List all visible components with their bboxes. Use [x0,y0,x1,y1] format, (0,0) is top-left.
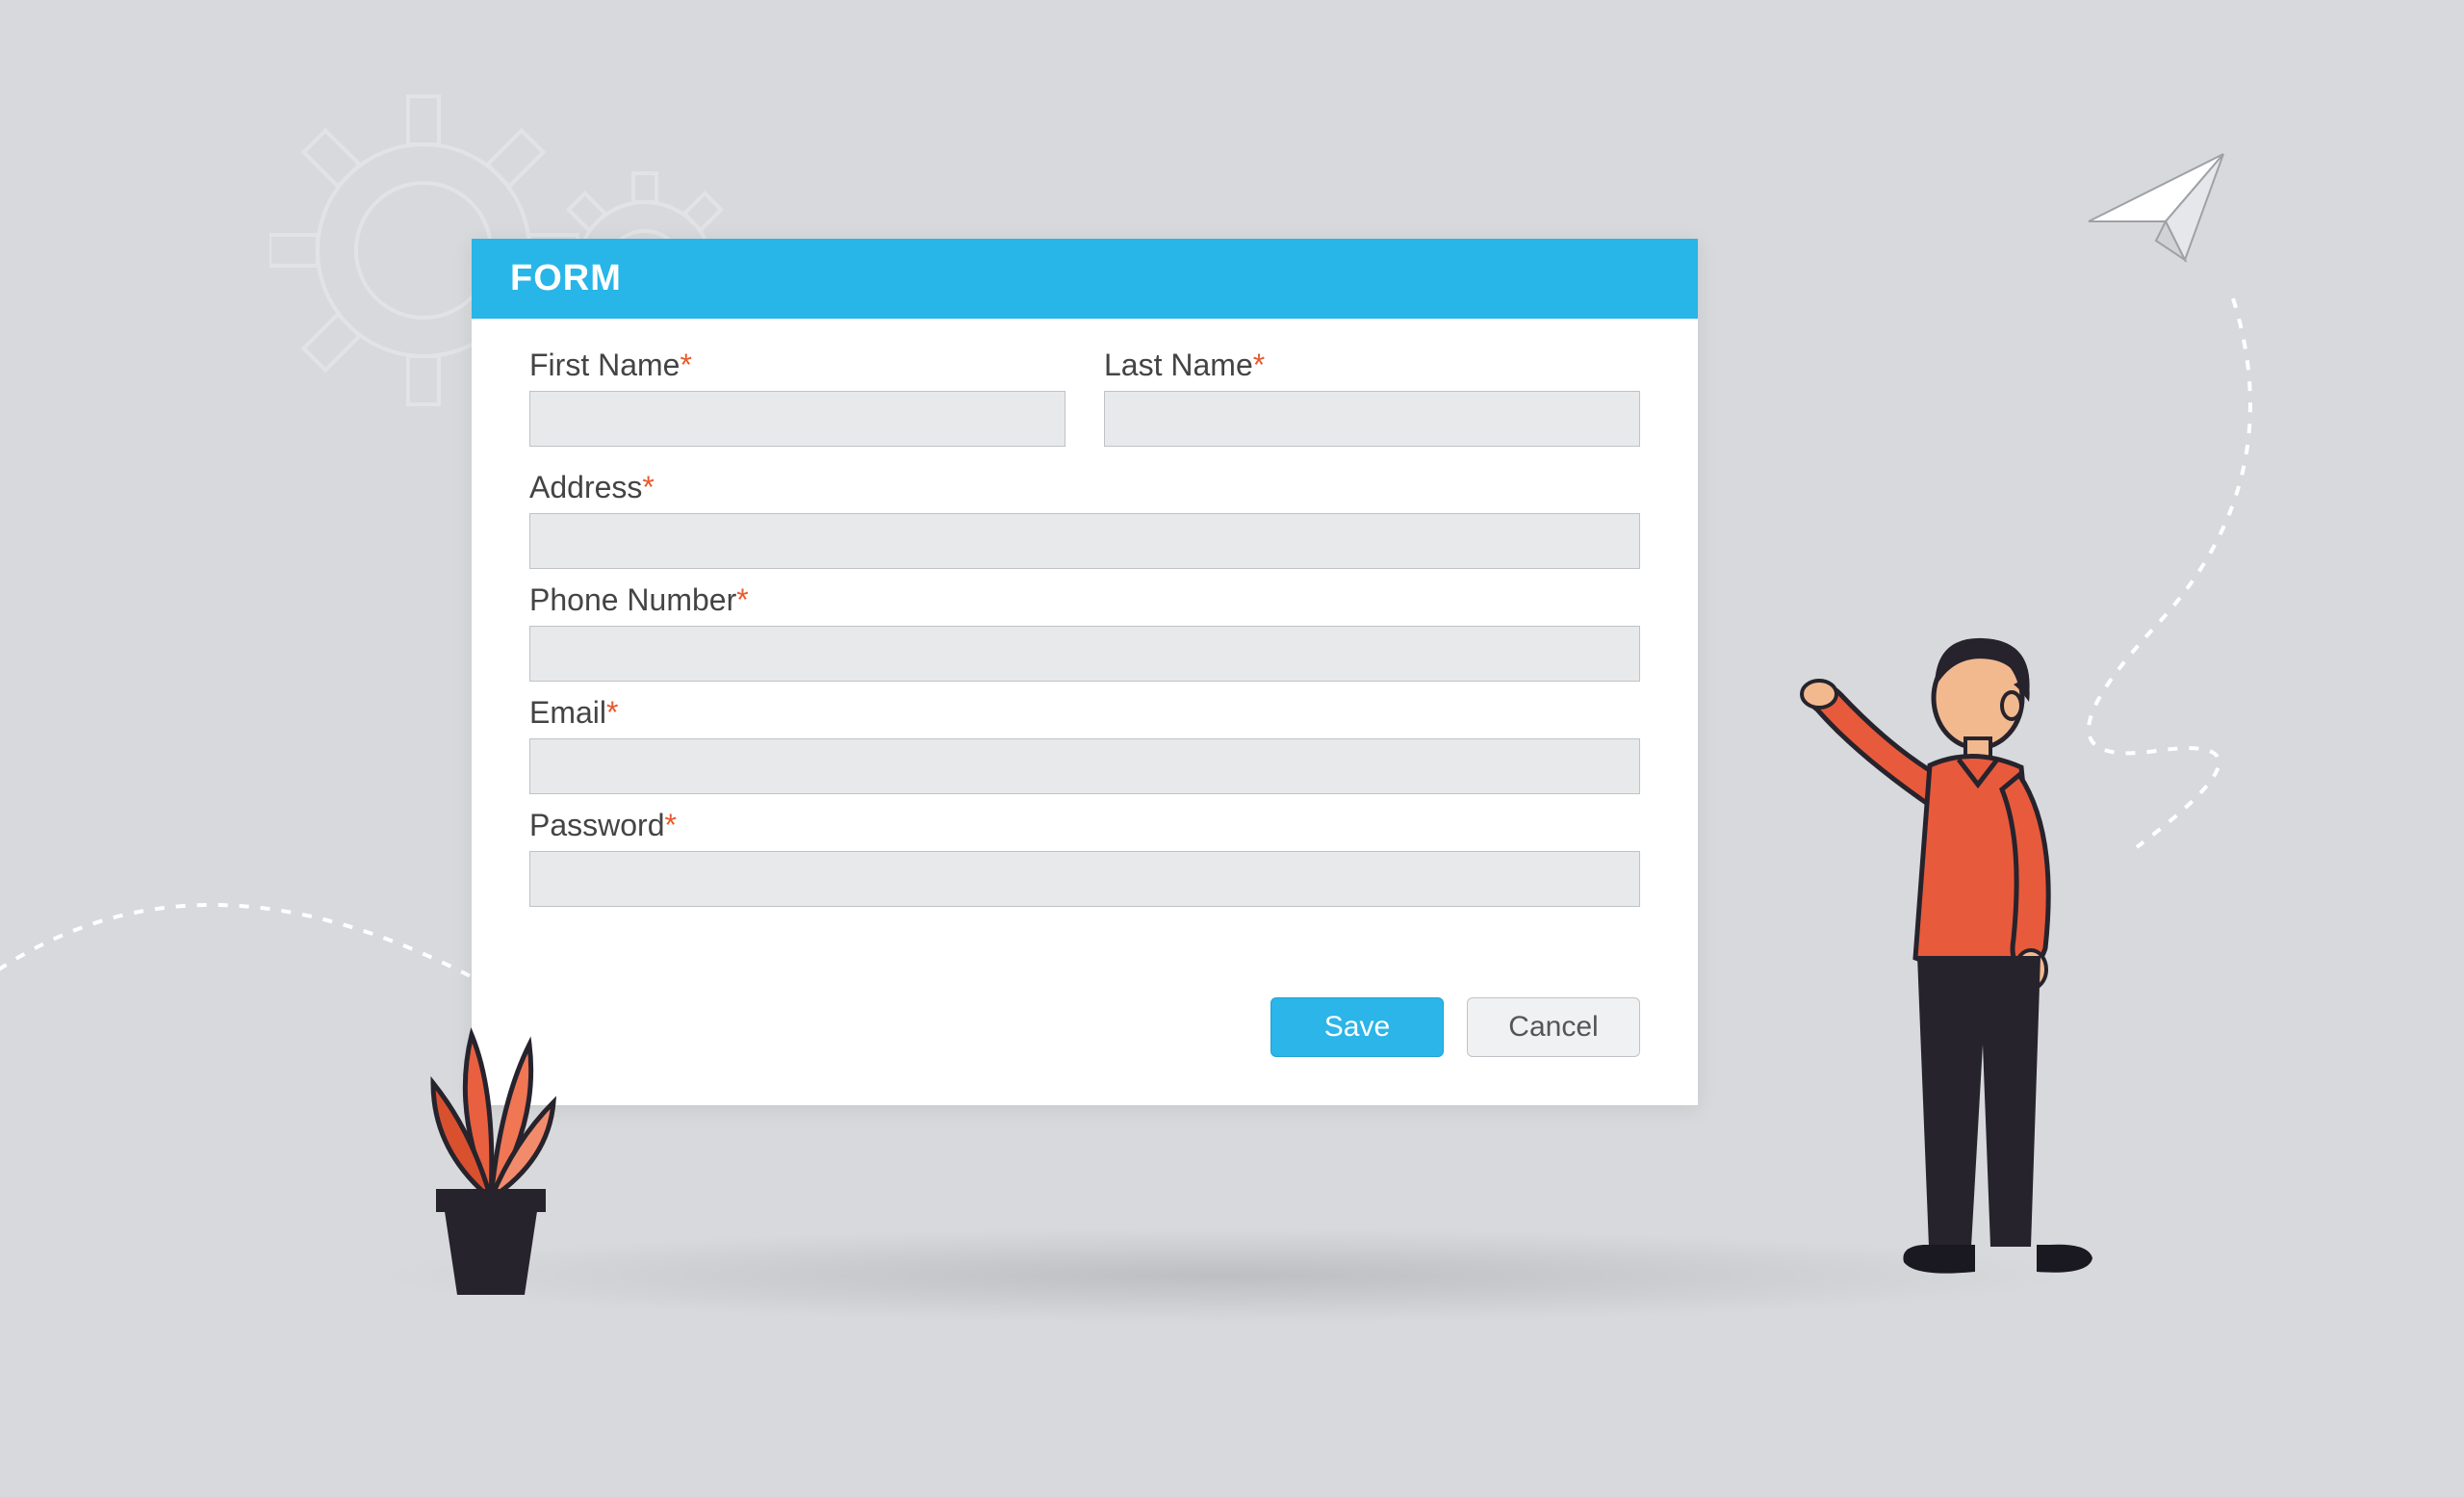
password-label: Password* [529,808,1640,843]
field-last-name: Last Name* [1104,348,1640,447]
required-asterisk: * [736,582,748,617]
required-asterisk: * [665,808,677,842]
required-asterisk: * [606,695,618,730]
first-name-label: First Name* [529,348,1065,383]
field-email: Email* [529,695,1640,794]
last-name-input[interactable] [1104,391,1640,447]
email-label-text: Email [529,695,606,730]
plant-decoration [404,996,578,1304]
required-asterisk: * [680,348,691,382]
form-actions: Save Cancel [472,959,1698,1105]
field-first-name: First Name* [529,348,1065,447]
person-illustration [1800,631,2127,1304]
form-body: First Name* Last Name* Address* [472,319,1698,959]
email-label: Email* [529,695,1640,731]
required-asterisk: * [642,470,654,504]
last-name-label: Last Name* [1104,348,1640,383]
form-panel: FORM First Name* Last Name* [472,239,1698,1105]
required-asterisk: * [1253,348,1265,382]
password-label-text: Password [529,808,665,842]
address-input[interactable] [529,513,1640,569]
phone-label-text: Phone Number [529,582,736,617]
last-name-label-text: Last Name [1104,348,1253,382]
field-password: Password* [529,808,1640,907]
field-phone: Phone Number* [529,582,1640,682]
scene-background: FORM First Name* Last Name* [0,0,2464,1497]
first-name-label-text: First Name [529,348,680,382]
phone-label: Phone Number* [529,582,1640,618]
password-input[interactable] [529,851,1640,907]
cancel-button[interactable]: Cancel [1467,997,1640,1057]
address-label-text: Address [529,470,642,504]
field-address: Address* [529,470,1640,569]
paper-plane-icon [2079,144,2233,279]
address-label: Address* [529,470,1640,505]
email-input[interactable] [529,738,1640,794]
form-title: FORM [472,239,1698,319]
save-button[interactable]: Save [1270,997,1444,1057]
phone-input[interactable] [529,626,1640,682]
first-name-input[interactable] [529,391,1065,447]
